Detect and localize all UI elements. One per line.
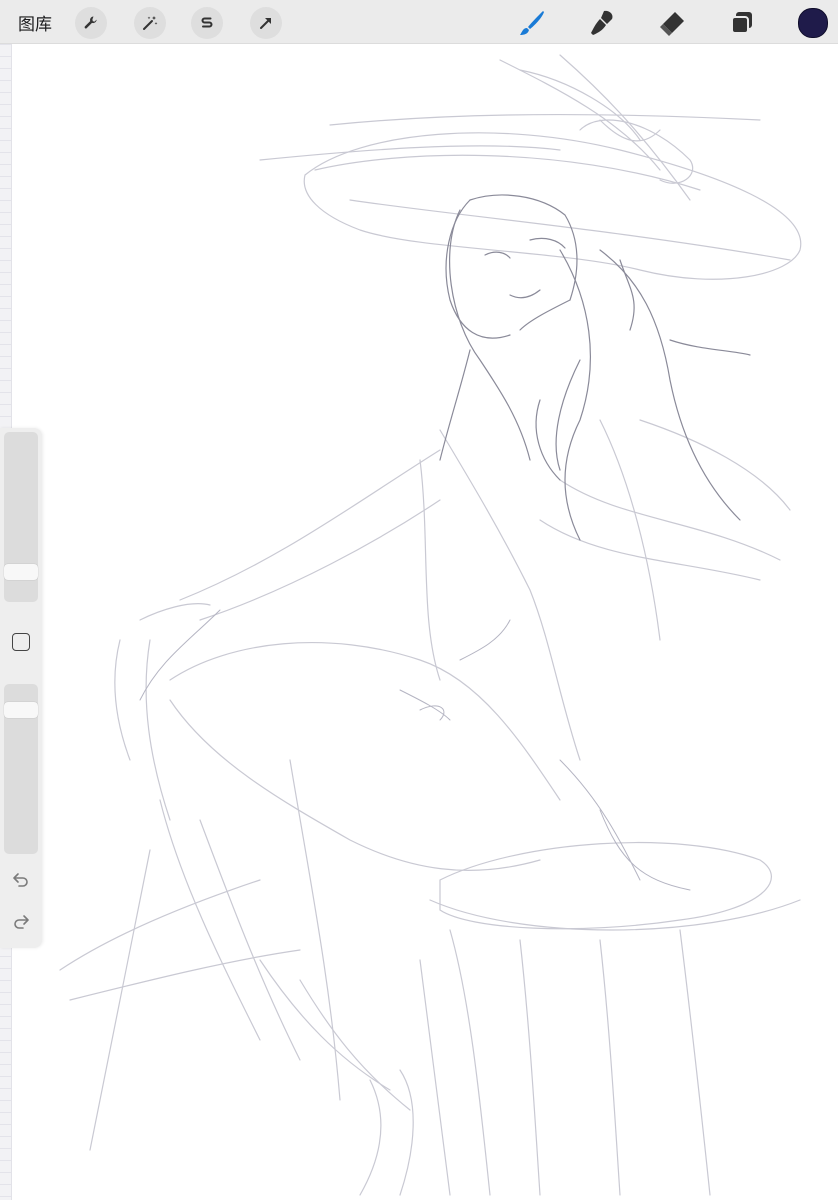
modify-button[interactable] [12, 633, 30, 651]
brush-size-slider[interactable] [4, 432, 38, 602]
eraser-tool-button[interactable] [655, 6, 689, 40]
gallery-button[interactable]: 图库 [18, 10, 52, 35]
layers-icon [731, 12, 752, 34]
undo-icon [13, 873, 28, 887]
smudge-tool-button[interactable] [585, 6, 619, 40]
brush-tool-button[interactable] [515, 6, 549, 40]
brush-size-thumb[interactable] [4, 564, 38, 580]
transform-button[interactable] [250, 7, 282, 39]
opacity-slider[interactable] [4, 684, 38, 854]
left-sidebar [0, 428, 42, 948]
transform-arrow-icon [260, 18, 271, 29]
smudge-icon [591, 10, 613, 35]
opacity-thumb[interactable] [4, 702, 38, 718]
redo-icon [14, 915, 29, 929]
adjustments-button[interactable] [134, 7, 166, 39]
selection-button[interactable] [191, 7, 223, 39]
actions-button[interactable] [75, 7, 107, 39]
eraser-icon [660, 12, 684, 36]
sketch-canvas[interactable] [12, 44, 838, 1200]
magic-wand-icon [143, 16, 158, 30]
color-swatch[interactable] [798, 8, 828, 38]
layers-button[interactable] [725, 6, 759, 40]
top-toolbar: 图库 [0, 0, 838, 44]
redo-button[interactable] [10, 910, 32, 932]
selection-s-icon [201, 17, 213, 28]
undo-button[interactable] [10, 868, 32, 890]
brush-icon [520, 11, 544, 35]
wrench-icon [84, 16, 97, 29]
